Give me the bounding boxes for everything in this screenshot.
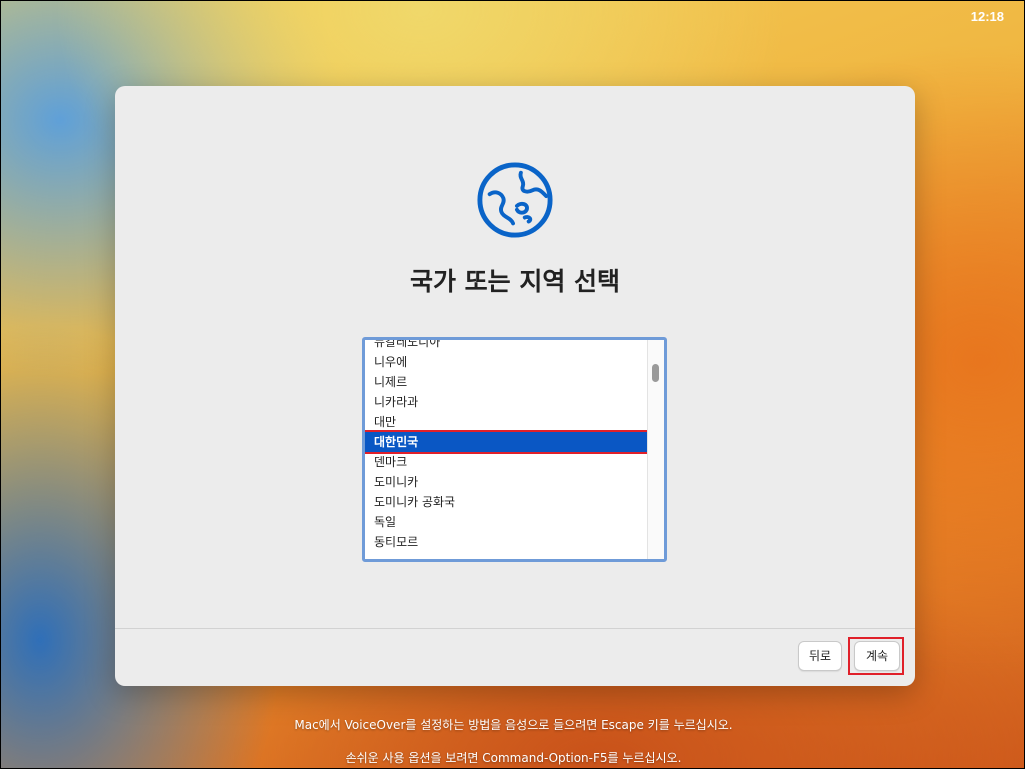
page-title: 국가 또는 지역 선택 [409,267,621,296]
list-item[interactable]: 도미니카 [365,472,648,492]
setup-assistant-dialog: 국가 또는 지역 선택 뉴칼레도니아 니우에 니제르 니카라과 대만 대한민국 … [115,86,915,686]
list-item[interactable]: 동티모르 [365,532,648,552]
list-scrollbar[interactable] [647,340,664,559]
list-item[interactable]: 독일 [365,512,648,532]
footer-divider [115,628,915,629]
list-item[interactable]: 도미니카 공화국 [365,492,648,512]
globe-icon [477,162,553,238]
list-item-selected[interactable]: 대한민국 [365,430,653,454]
back-button[interactable]: 뒤로 [798,641,842,671]
list-item[interactable]: 뉴칼레도니아 [365,340,648,352]
country-region-list[interactable]: 뉴칼레도니아 니우에 니제르 니카라과 대만 대한민국 덴마크 도미니카 도미니… [362,337,667,562]
voiceover-hint: Mac에서 VoiceOver를 설정하는 방법을 음성으로 들으려면 Esca… [294,718,733,732]
continue-button[interactable]: 계속 [854,641,900,671]
list-item[interactable]: 니제르 [365,372,648,392]
list-item[interactable]: 덴마크 [365,452,648,472]
menu-bar-clock: 12:18 [970,9,1004,24]
list-item[interactable]: 대만 [365,412,648,432]
scrollbar-thumb[interactable] [652,364,659,382]
list-item[interactable]: 니카라과 [365,392,648,412]
accessibility-hint: 손쉬운 사용 옵션을 보려면 Command-Option-F5를 누르십시오. [345,751,682,765]
list-item[interactable]: 니우에 [365,352,648,372]
